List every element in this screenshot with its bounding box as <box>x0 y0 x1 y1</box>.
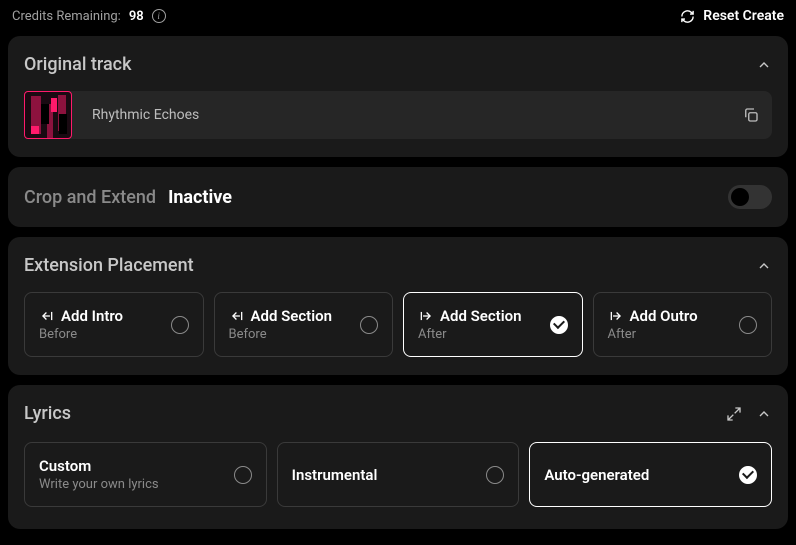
option-sub: Before <box>39 327 123 342</box>
crop-extend-label-group: Crop and Extend Inactive <box>24 187 232 208</box>
option-text: Add Intro Before <box>39 307 123 342</box>
radio-indicator <box>550 316 568 334</box>
option-text: Add Section After <box>418 307 521 342</box>
option-text: Auto-generated <box>544 466 649 484</box>
radio-indicator <box>171 316 189 334</box>
credits-value: 98 <box>129 9 144 24</box>
extension-placement-panel: Extension Placement Add IntroBeforeAdd S… <box>8 237 788 375</box>
option-title: Add Intro <box>61 307 123 325</box>
extension-option-2[interactable]: Add Section After <box>403 292 583 357</box>
chevron-up-icon <box>756 258 772 274</box>
toggle-knob <box>731 188 749 206</box>
radio-indicator <box>739 466 757 484</box>
lyrics-panel: Lyrics Custom Write your own lyrics Instru… <box>8 385 788 529</box>
copy-icon[interactable] <box>742 106 760 124</box>
option-text: Custom Write your own lyrics <box>39 457 159 492</box>
lyrics-option-2[interactable]: Auto-generated <box>529 442 772 507</box>
arrow-left-bar-icon <box>39 309 55 323</box>
option-text: Add Outro After <box>608 307 698 342</box>
refresh-icon <box>680 9 695 24</box>
track-name: Rhythmic Echoes <box>84 107 730 123</box>
radio-indicator <box>234 466 252 484</box>
header-bar: Credits Remaining: 98 i Reset Create <box>0 0 796 36</box>
bar-arrow-right-icon <box>418 309 434 323</box>
extension-option-1[interactable]: Add Section Before <box>214 292 394 357</box>
track-thumbnail[interactable] <box>24 91 72 139</box>
lyrics-header: Lyrics <box>24 403 772 424</box>
panel-title: Extension Placement <box>24 255 194 276</box>
reset-create-button[interactable]: Reset Create <box>680 8 784 24</box>
option-title: Custom <box>39 457 159 475</box>
option-title: Add Outro <box>630 307 698 325</box>
option-text: Instrumental <box>292 466 378 484</box>
info-icon[interactable]: i <box>152 9 166 23</box>
panel-title: Lyrics <box>24 403 71 424</box>
radio-indicator <box>486 466 504 484</box>
crop-extend-status: Inactive <box>168 187 232 208</box>
option-sub: Before <box>229 327 332 342</box>
option-title: Auto-generated <box>544 466 649 484</box>
radio-indicator <box>360 316 378 334</box>
bar-arrow-right-icon <box>608 309 624 323</box>
crop-extend-toggle[interactable] <box>728 185 772 209</box>
option-title: Add Section <box>251 307 332 325</box>
option-title: Instrumental <box>292 466 378 484</box>
panel-title: Original track <box>24 54 131 75</box>
chevron-up-icon[interactable] <box>756 406 772 422</box>
option-text: Add Section Before <box>229 307 332 342</box>
reset-label: Reset Create <box>703 8 784 24</box>
chevron-up-icon <box>756 57 772 73</box>
lyrics-option-0[interactable]: Custom Write your own lyrics <box>24 442 267 507</box>
original-track-header[interactable]: Original track <box>24 54 772 75</box>
extension-placement-header[interactable]: Extension Placement <box>24 255 772 276</box>
option-title: Add Section <box>440 307 521 325</box>
arrow-left-bar-icon <box>229 309 245 323</box>
expand-icon[interactable] <box>726 406 742 422</box>
credits-label: Credits Remaining: <box>12 9 121 24</box>
crop-extend-label: Crop and Extend <box>24 187 156 208</box>
extension-option-0[interactable]: Add Intro Before <box>24 292 204 357</box>
original-track-panel: Original track Rhythmic Echoes <box>8 36 788 157</box>
option-sub: Write your own lyrics <box>39 477 159 492</box>
option-sub: After <box>608 327 698 342</box>
track-row: Rhythmic Echoes <box>40 91 772 139</box>
radio-indicator <box>739 316 757 334</box>
option-sub: After <box>418 327 521 342</box>
extension-option-3[interactable]: Add Outro After <box>593 292 773 357</box>
lyrics-option-1[interactable]: Instrumental <box>277 442 520 507</box>
credits-remaining: Credits Remaining: 98 i <box>12 9 166 24</box>
crop-extend-panel: Crop and Extend Inactive <box>8 167 788 227</box>
